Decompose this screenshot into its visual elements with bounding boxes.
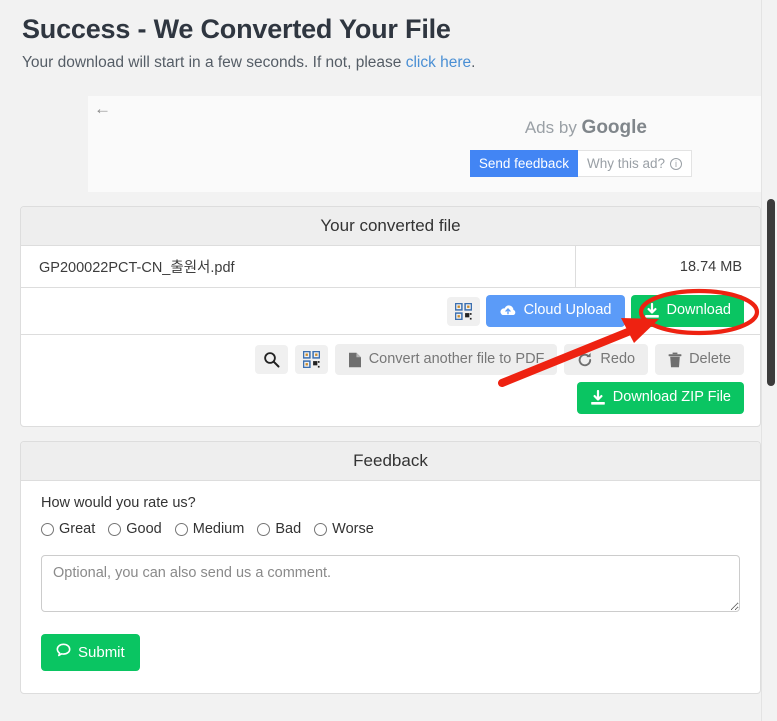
rating-option-good[interactable]: Good — [108, 521, 162, 537]
google-wordmark: Google — [581, 117, 647, 138]
rating-radio-good[interactable] — [108, 522, 122, 536]
comment-textarea[interactable] — [41, 555, 740, 612]
rating-label-medium: Medium — [192, 521, 245, 537]
file-size: 18.74 MB — [679, 258, 742, 275]
download-zip-button[interactable]: Download ZIP File — [576, 382, 744, 414]
cloud-upload-label: Cloud Upload — [523, 302, 612, 319]
download-icon — [590, 390, 606, 406]
rating-option-bad[interactable]: Bad — [257, 521, 301, 537]
download-button[interactable]: Download — [630, 295, 744, 327]
submit-button[interactable]: Submit — [41, 634, 140, 671]
rating-radio-group: Great Good Medium Bad Worse — [41, 521, 740, 537]
rating-label-worse: Worse — [332, 521, 374, 537]
search-button[interactable] — [254, 345, 288, 375]
file-icon — [348, 352, 362, 368]
secondary-action-row: Convert another file to PDF Redo Delete — [21, 335, 760, 376]
rating-option-worse[interactable]: Worse — [314, 521, 374, 537]
page-subtitle-prefix: Your download will start in a few second… — [22, 54, 406, 72]
why-this-ad-button[interactable]: Why this ad? i — [577, 150, 692, 177]
file-name: GP200022PCT-CN_출원서.pdf — [21, 246, 576, 287]
why-this-ad-label: Why this ad? — [586, 156, 665, 171]
feedback-body: How would you rate us? Great Good Medium… — [21, 481, 760, 693]
scrollbar-thumb[interactable] — [767, 199, 775, 386]
page-subtitle-suffix: . — [471, 54, 476, 72]
converted-file-panel: Your converted file GP200022PCT-CN_출원서.p… — [20, 206, 761, 427]
search-icon — [263, 351, 280, 368]
cloud-upload-icon — [499, 304, 517, 318]
ads-by-prefix: Ads by — [524, 118, 582, 137]
rating-radio-worse[interactable] — [314, 522, 328, 536]
redo-button[interactable]: Redo — [564, 344, 649, 376]
feedback-heading: Feedback — [21, 442, 760, 481]
scrollbar-track[interactable] — [761, 0, 777, 721]
rating-label-good: Good — [126, 521, 162, 537]
page-root: Success - We Converted Your File Your do… — [0, 0, 777, 721]
rating-question: How would you rate us? — [41, 495, 196, 511]
trash-icon — [668, 352, 682, 368]
qr-code-icon — [454, 302, 472, 320]
submit-label: Submit — [78, 644, 125, 661]
ads-by-google-label: Ads by Google — [525, 117, 647, 139]
rating-radio-bad[interactable] — [257, 522, 271, 536]
download-label: Download — [666, 302, 732, 319]
feedback-panel: Feedback How would you rate us? Great Go… — [20, 441, 761, 694]
qr-code-button-2[interactable] — [294, 345, 328, 375]
qr-code-icon — [302, 351, 320, 369]
rating-radio-great[interactable] — [41, 522, 54, 536]
ad-button-group: Send feedback Why this ad? i — [469, 150, 692, 177]
convert-another-button[interactable]: Convert another file to PDF — [334, 344, 558, 376]
comment-bubble-icon — [56, 643, 71, 662]
page-header: Success - We Converted Your File Your do… — [0, 0, 777, 84]
page-title: Success - We Converted Your File — [22, 14, 451, 44]
download-icon — [644, 303, 660, 319]
cloud-upload-button[interactable]: Cloud Upload — [485, 295, 625, 327]
delete-label: Delete — [689, 351, 731, 367]
back-arrow-icon[interactable]: ← — [94, 100, 111, 117]
file-row: GP200022PCT-CN_출원서.pdf 18.74 MB — [21, 246, 760, 288]
send-feedback-button[interactable]: Send feedback — [469, 150, 578, 177]
submit-row: Submit — [41, 634, 740, 671]
rating-label-great: Great — [59, 521, 96, 537]
redo-icon — [577, 352, 593, 368]
click-here-link[interactable]: click here — [406, 54, 471, 71]
rating-option-great[interactable]: Great — [41, 521, 95, 537]
ad-banner: ← Ads by Google Send feedback Why this a… — [88, 96, 777, 192]
rating-label-bad: Bad — [275, 521, 302, 537]
delete-button[interactable]: Delete — [655, 344, 744, 376]
info-icon: i — [670, 157, 682, 170]
qr-code-button[interactable] — [446, 296, 480, 326]
convert-another-label: Convert another file to PDF — [368, 351, 545, 367]
zip-action-row: Download ZIP File — [21, 375, 760, 425]
page-subtitle: Your download will start in a few second… — [22, 53, 755, 73]
rating-radio-medium[interactable] — [174, 522, 188, 536]
redo-label: Redo — [600, 351, 636, 367]
converted-file-heading: Your converted file — [21, 207, 760, 246]
rating-option-medium[interactable]: Medium — [174, 521, 245, 537]
primary-action-row: Cloud Upload Download — [21, 288, 760, 335]
download-zip-label: Download ZIP File — [612, 389, 731, 406]
